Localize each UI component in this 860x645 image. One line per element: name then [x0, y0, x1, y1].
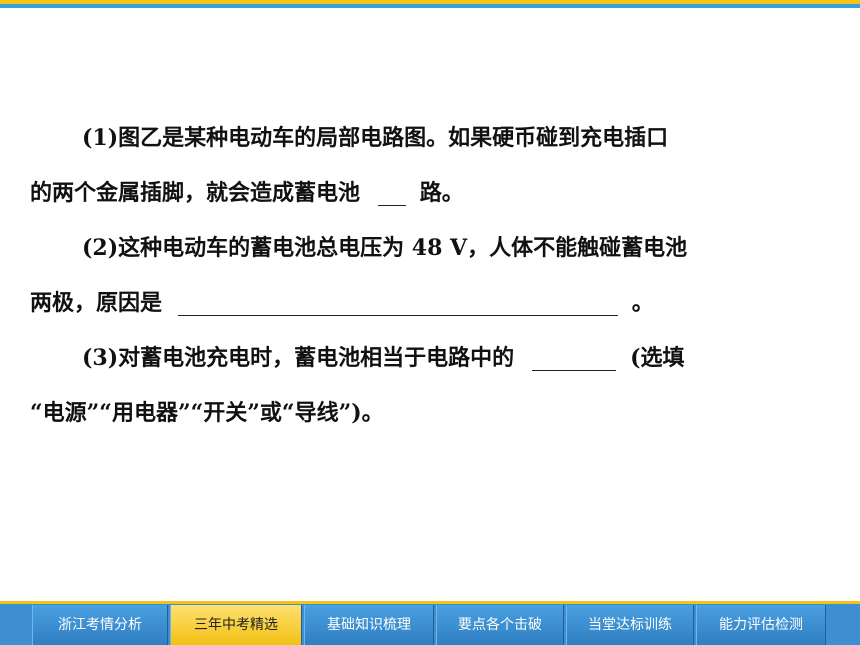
tab-basic-knowledge[interactable]: 基础知识梳理: [304, 605, 434, 645]
tab-exam-analysis[interactable]: 浙江考情分析: [32, 605, 168, 645]
tab-key-points[interactable]: 要点各个击破: [436, 605, 564, 645]
part2-continuation: 两极，原因是: [30, 290, 163, 316]
part2-line2: 两极，原因是 。: [30, 285, 830, 321]
answer-blank-2[interactable]: [178, 293, 619, 316]
question-body: (1)图乙是某种电动车的局部电路图。如果硬币碰到充电插口 的两个金属插脚，就会造…: [30, 120, 830, 450]
part1-continuation: 的两个金属插脚，就会造成蓄电池: [30, 180, 361, 206]
part3-options: “电源”“用电器”“开关”或“导线”)。: [30, 400, 384, 426]
part3-options-open: (选填: [630, 345, 685, 371]
bottom-nav-bar: 浙江考情分析 三年中考精选 基础知识梳理 要点各个击破 当堂达标训练 能力评估检…: [0, 601, 860, 645]
tab-label: 浙江考情分析: [58, 617, 142, 633]
part1-line1: (1)图乙是某种电动车的局部电路图。如果硬币碰到充电插口: [30, 120, 830, 156]
tab-label: 三年中考精选: [194, 617, 278, 633]
part2-end: 。: [631, 290, 654, 316]
answer-blank-3[interactable]: [532, 348, 617, 371]
tab-ability-assessment[interactable]: 能力评估检测: [696, 605, 826, 645]
answer-blank-1[interactable]: [378, 183, 407, 206]
top-blue-bar: [0, 4, 860, 8]
part1-text: (1)图乙是某种电动车的局部电路图。如果硬币碰到充电插口: [82, 125, 669, 151]
part3-line2: “电源”“用电器”“开关”或“导线”)。: [30, 395, 830, 431]
part3-line1: (3)对蓄电池充电时，蓄电池相当于电路中的 (选填: [30, 340, 830, 376]
part2-line1: (2)这种电动车的蓄电池总电压为 48 V，人体不能触碰蓄电池: [30, 230, 830, 266]
part3-text: (3)对蓄电池充电时，蓄电池相当于电路中的: [82, 345, 515, 371]
nav-accent-strip: [0, 601, 860, 604]
tab-label: 当堂达标训练: [588, 617, 672, 633]
tab-label: 基础知识梳理: [327, 617, 411, 633]
tab-label: 要点各个击破: [458, 617, 542, 633]
tab-class-practice[interactable]: 当堂达标训练: [566, 605, 694, 645]
part2-text: (2)这种电动车的蓄电池总电压为 48 V，人体不能触碰蓄电池: [82, 235, 688, 261]
tab-three-year-selection[interactable]: 三年中考精选: [170, 605, 302, 645]
part1-end: 路。: [419, 180, 464, 206]
tab-label: 能力评估检测: [719, 617, 803, 633]
part1-line2: 的两个金属插脚，就会造成蓄电池 路。: [30, 175, 830, 211]
